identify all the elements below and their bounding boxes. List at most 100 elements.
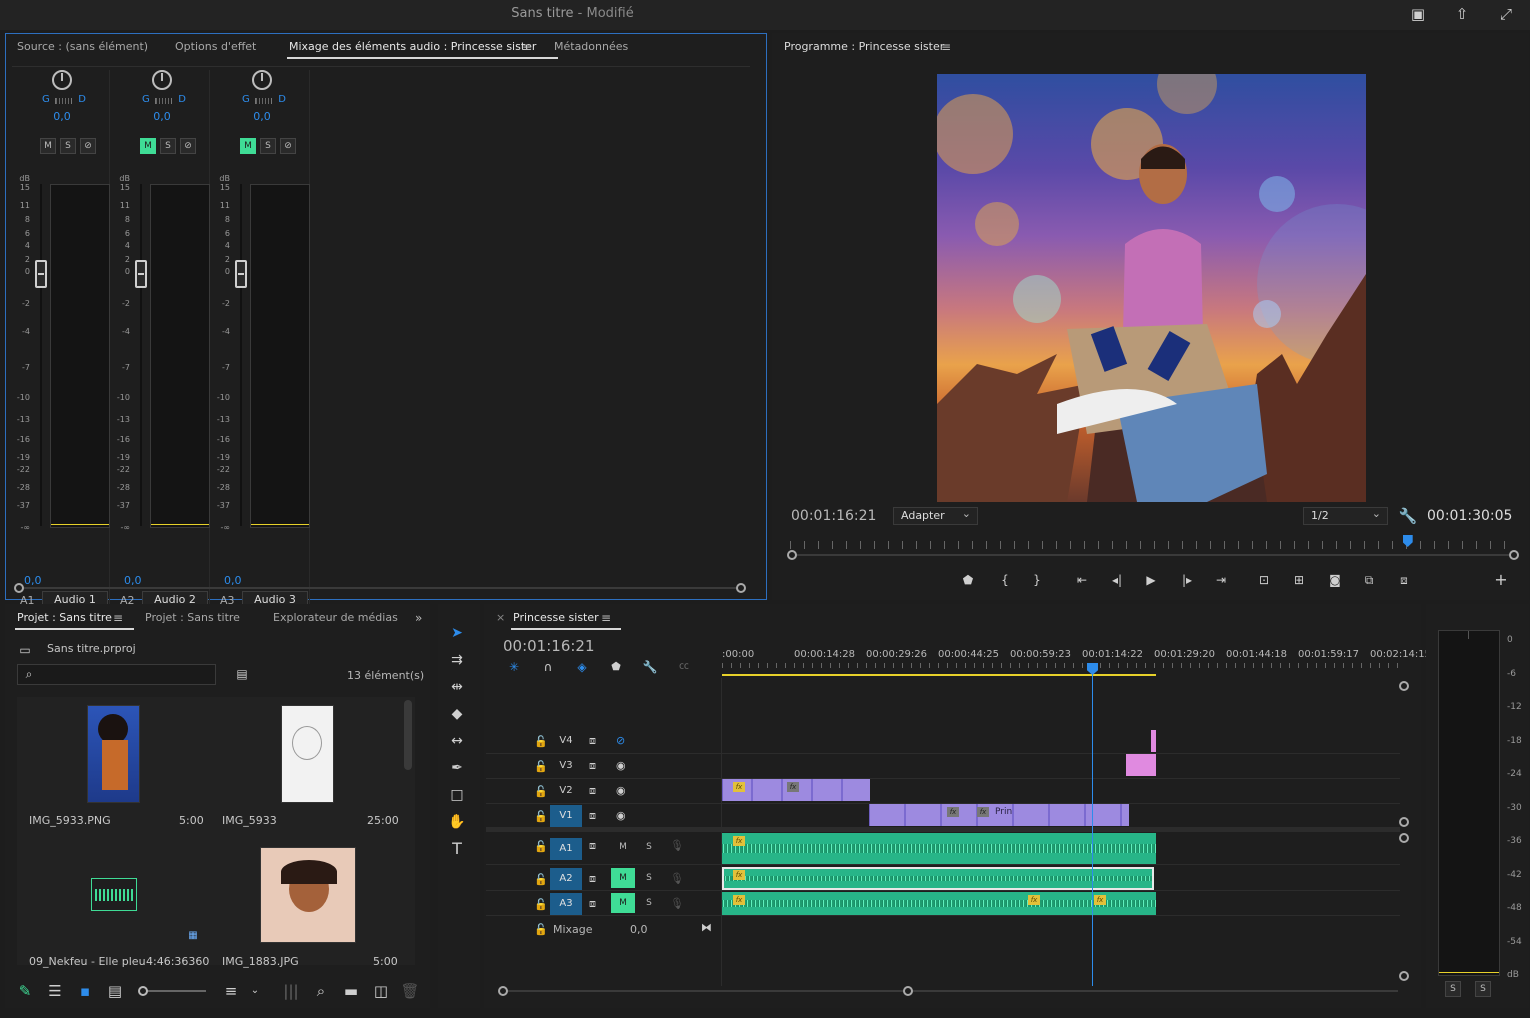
list-view-icon[interactable]: ☰ <box>44 981 66 1001</box>
add-button-icon[interactable]: + <box>1492 571 1510 589</box>
timeline-timecode[interactable]: 00:01:16:21 <box>503 637 595 655</box>
volume-fader[interactable] <box>235 260 247 288</box>
work-area-bar[interactable] <box>722 674 1156 676</box>
add-marker-icon[interactable]: ⬟ <box>959 571 977 589</box>
lift-icon[interactable]: ⊡ <box>1255 571 1273 589</box>
clip-v3[interactable] <box>1126 754 1156 776</box>
clip-a1[interactable] <box>722 833 1156 864</box>
hand-icon[interactable]: ✋ <box>446 811 468 833</box>
record-button[interactable]: ⊘ <box>280 138 296 154</box>
mark-in-icon[interactable]: { <box>996 571 1014 589</box>
zoom-slider[interactable] <box>138 986 206 996</box>
vscroll-handle[interactable] <box>1399 817 1409 827</box>
rectangle-icon[interactable]: □ <box>446 784 468 806</box>
panel-menu-icon[interactable]: ≡ <box>601 611 611 625</box>
new-item-icon[interactable]: ◫ <box>370 981 392 1001</box>
clip-a3[interactable] <box>722 892 1156 915</box>
sync-lock-icon[interactable]: ⧈ <box>589 734 596 748</box>
overwrite-icon[interactable]: ⧈ <box>1395 571 1413 589</box>
mute-button[interactable]: M <box>140 138 156 154</box>
vscroll-handle[interactable] <box>1399 681 1409 691</box>
microphone-icon[interactable]: 🎙 <box>670 839 684 852</box>
extract-icon[interactable]: ⊞ <box>1290 571 1308 589</box>
lock-icon[interactable]: 🔓 <box>534 785 548 798</box>
trash-icon[interactable]: 🗑 <box>399 981 421 1001</box>
volume-value[interactable]: 0,0 <box>24 574 42 587</box>
tab-project-1[interactable]: Projet : Sans titre <box>15 611 134 630</box>
slip-icon[interactable]: ↔ <box>446 730 468 752</box>
play-icon[interactable]: ▶ <box>1142 571 1160 589</box>
solo-button[interactable]: S <box>60 138 76 154</box>
wrench-icon[interactable]: 🔧 <box>1397 506 1419 526</box>
solo-button[interactable]: S <box>260 138 276 154</box>
sync-lock-icon[interactable]: ⧈ <box>589 897 596 911</box>
razor-icon[interactable]: ◆ <box>446 703 468 725</box>
track-mute-button[interactable]: M <box>611 893 635 913</box>
selection-tool-icon[interactable]: ➤ <box>446 622 468 644</box>
tab-sequence[interactable]: Princesse sister <box>511 611 621 630</box>
tab-project-2[interactable]: Projet : Sans titre <box>145 611 240 624</box>
find-icon[interactable]: ⌕ <box>310 981 332 1001</box>
microphone-icon[interactable]: 🎙 <box>670 872 684 885</box>
camera-icon[interactable]: ◙ <box>1326 571 1344 589</box>
new-bin-icon[interactable]: ▤ <box>231 664 253 684</box>
mix-value[interactable]: 0,0 <box>630 923 648 936</box>
icon-view-icon[interactable]: ▪ <box>74 981 96 1001</box>
tab-source[interactable]: Source : (sans élément) <box>17 40 148 53</box>
track-select-icon[interactable]: ⇉ <box>446 649 468 671</box>
volume-fader[interactable] <box>35 260 47 288</box>
sync-lock-icon[interactable]: ⧈ <box>589 809 596 823</box>
lock-icon[interactable]: 🔓 <box>534 873 548 886</box>
pan-value[interactable]: 0,0 <box>12 110 112 123</box>
pencil-icon[interactable]: ✎ <box>14 981 36 1001</box>
share-icon[interactable]: ⇧ <box>1451 4 1473 24</box>
microphone-icon[interactable]: 🎙 <box>670 897 684 910</box>
project-search-input[interactable] <box>17 664 216 685</box>
chevron-down-icon[interactable]: ⌄ <box>244 981 266 1001</box>
eye-icon[interactable]: ◉ <box>616 759 626 772</box>
clip-v4[interactable] <box>1151 730 1156 752</box>
eye-hidden-icon[interactable]: ⊘ <box>616 734 625 747</box>
linked-selection-icon[interactable]: ◈ <box>571 657 593 677</box>
track-mute-button[interactable]: M <box>611 837 635 857</box>
lock-icon[interactable]: 🔓 <box>534 810 548 823</box>
timeline-zoom-scrollbar[interactable] <box>498 986 1398 996</box>
eye-icon[interactable]: ◉ <box>616 784 626 797</box>
volume-value[interactable]: 0,0 <box>224 574 242 587</box>
snap-icon[interactable]: ✳ <box>503 657 525 677</box>
sync-lock-icon[interactable]: ⧈ <box>589 839 596 853</box>
thumb-audio[interactable] <box>91 878 137 911</box>
pan-knob[interactable] <box>52 70 72 90</box>
mixer-scrollbar[interactable] <box>14 583 746 593</box>
freeform-view-icon[interactable]: ▤ <box>104 981 126 1001</box>
track-target-v1[interactable]: V1 <box>550 805 582 827</box>
project-scrollbar[interactable] <box>404 700 412 770</box>
thumb-img-5933-png[interactable] <box>87 705 140 803</box>
tab-audio-mixer[interactable]: Mixage des éléments audio : Princesse si… <box>286 40 559 59</box>
track-solo-button[interactable]: S <box>640 868 658 888</box>
sync-lock-icon[interactable]: ⧈ <box>589 872 596 886</box>
track-solo-button[interactable]: S <box>640 837 658 857</box>
new-folder-icon[interactable]: ▬ <box>340 981 362 1001</box>
track-target-v3[interactable]: V3 <box>550 755 582 777</box>
captions-icon[interactable]: ㏄ <box>673 657 695 677</box>
go-to-out-icon[interactable]: ⇥ <box>1212 571 1230 589</box>
step-forward-icon[interactable]: |▸ <box>1178 571 1196 589</box>
volume-fader[interactable] <box>135 260 147 288</box>
go-to-in-icon[interactable]: ⇤ <box>1073 571 1091 589</box>
volume-value[interactable]: 0,0 <box>124 574 142 587</box>
vscroll-handle[interactable] <box>1399 833 1409 843</box>
solo-right-button[interactable]: S <box>1475 981 1491 997</box>
solo-left-button[interactable]: S <box>1445 981 1461 997</box>
insert-icon[interactable]: ⧉ <box>1360 571 1378 589</box>
lock-icon[interactable]: 🔓 <box>534 923 548 936</box>
thumb-img-1883[interactable] <box>260 847 356 943</box>
ripple-edit-icon[interactable]: ⇹ <box>446 676 468 698</box>
lock-icon[interactable]: 🔓 <box>534 898 548 911</box>
step-back-icon[interactable]: ◂| <box>1108 571 1126 589</box>
add-marker-icon[interactable]: ⬟ <box>605 657 627 677</box>
tab-effect-options[interactable]: Options d'effet <box>175 40 256 53</box>
track-target-v4[interactable]: V4 <box>550 730 582 752</box>
track-target-v2[interactable]: V2 <box>550 780 582 802</box>
close-icon[interactable]: × <box>496 611 505 624</box>
